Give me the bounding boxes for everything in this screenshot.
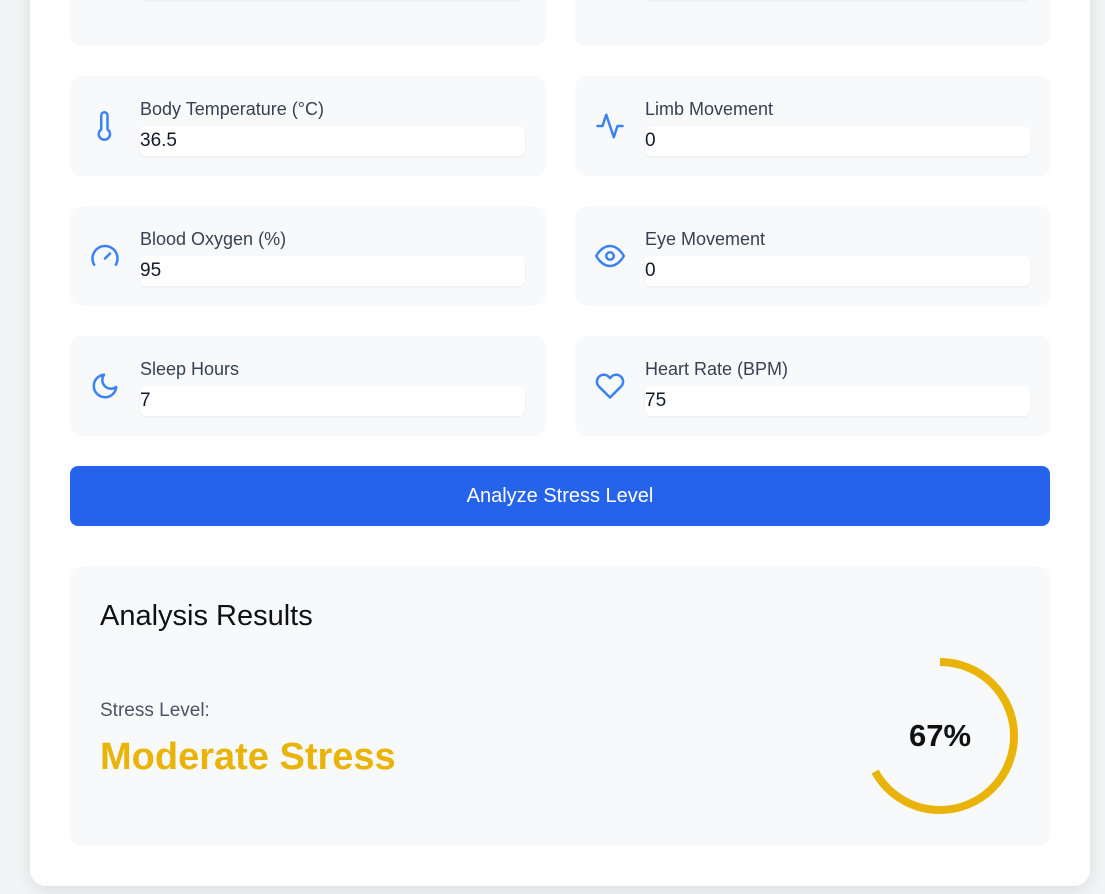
field-limb-movement: Limb Movement: [575, 76, 1051, 176]
activity-icon: [595, 111, 625, 141]
field-heart-rate: Heart Rate (BPM): [575, 336, 1051, 436]
blood-oxygen-label: Blood Oxygen (%): [140, 229, 287, 249]
results-title: Analysis Results: [100, 600, 313, 632]
body-temperature-label: Body Temperature (°C): [140, 99, 324, 119]
field-body-temperature: Body Temperature (°C): [70, 76, 546, 176]
limb-movement-input[interactable]: [645, 126, 1030, 156]
eye-movement-input[interactable]: [645, 256, 1030, 286]
blood-oxygen-input[interactable]: [140, 256, 525, 286]
field-blood-oxygen: Blood Oxygen (%): [70, 206, 546, 306]
body-temperature-input[interactable]: [140, 126, 525, 156]
field-top-left: [70, 0, 546, 46]
eye-icon: [595, 241, 625, 271]
heart-icon: [595, 371, 625, 401]
stress-level-value: Moderate Stress: [100, 736, 396, 778]
heart-rate-input[interactable]: [645, 386, 1030, 416]
thermometer-icon: [90, 111, 120, 141]
field-sleep-hours: Sleep Hours: [70, 336, 546, 436]
field-eye-movement: Eye Movement: [575, 206, 1051, 306]
field-top-right: [575, 0, 1051, 46]
sleep-hours-input[interactable]: [140, 386, 525, 416]
gauge-icon: [90, 241, 120, 271]
sleep-hours-label: Sleep Hours: [140, 359, 240, 379]
eye-movement-label: Eye Movement: [645, 229, 766, 249]
stress-percent: 67%: [908, 718, 972, 753]
analyze-stress-button[interactable]: Analyze Stress Level: [70, 466, 1050, 526]
heart-rate-label: Heart Rate (BPM): [645, 359, 789, 379]
limb-movement-label: Limb Movement: [645, 99, 774, 119]
moon-icon: [90, 371, 120, 401]
analysis-results-panel: Analysis Results Stress Level: Moderate …: [70, 566, 1050, 846]
stress-level-label: Stress Level:: [100, 700, 210, 721]
